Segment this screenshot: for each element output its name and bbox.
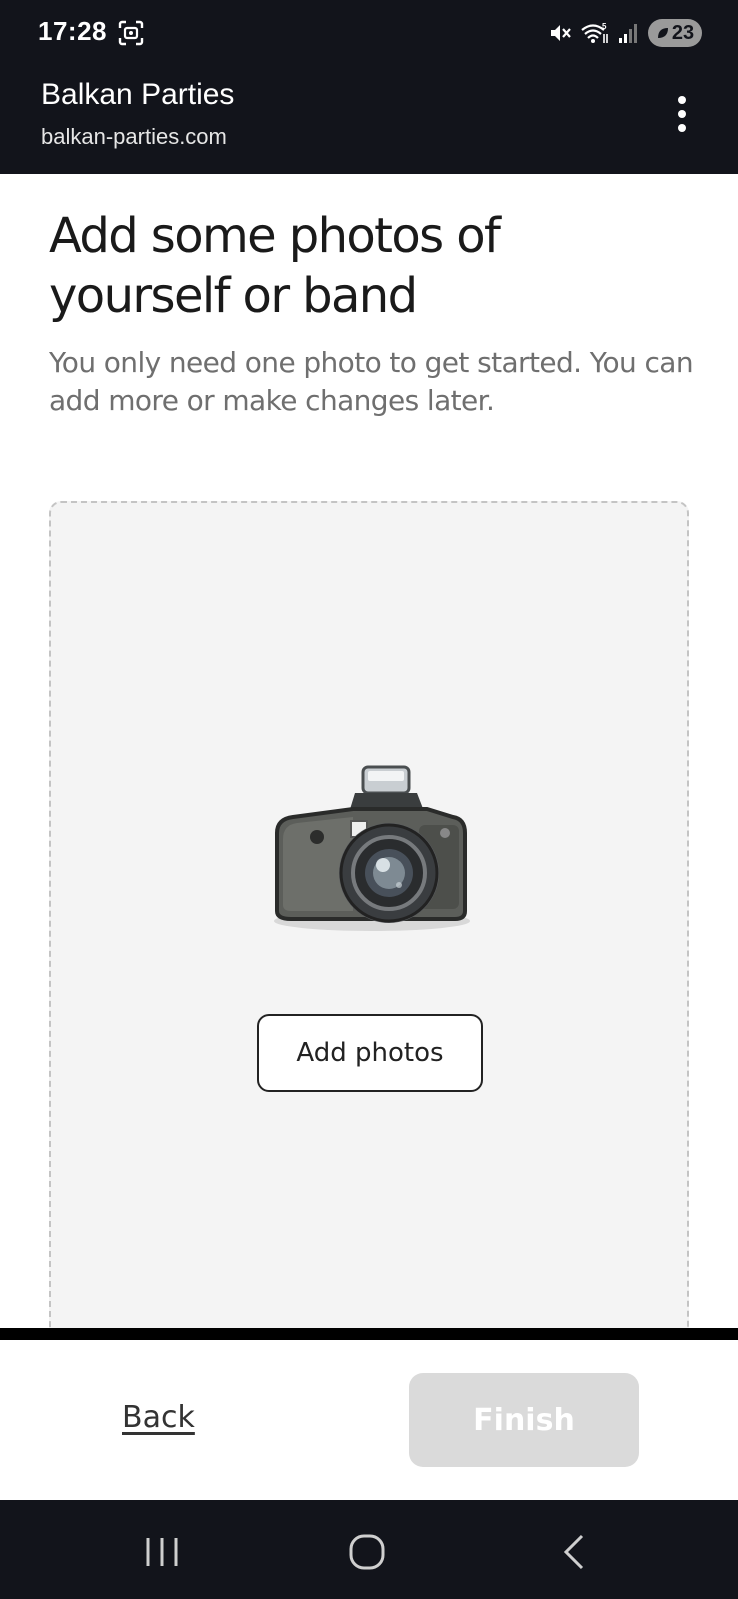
site-title: Balkan Parties — [41, 78, 235, 111]
recent-apps-icon[interactable] — [140, 1530, 184, 1574]
photo-dropzone[interactable]: Add photos — [49, 501, 689, 1351]
mute-icon — [551, 25, 571, 41]
power-saving-icon — [657, 28, 668, 38]
action-bar-divider — [0, 1328, 738, 1340]
screen: 17:28 5 23 Balkan Parties balkan-parties… — [0, 0, 738, 1599]
finish-button[interactable]: Finish — [409, 1373, 639, 1467]
page-heading: Add some photos of yourself or band — [49, 208, 501, 324]
back-link[interactable]: Back — [122, 1400, 195, 1435]
svg-text:5: 5 — [602, 22, 607, 31]
battery-level: 23 — [671, 21, 695, 44]
more-vert-icon[interactable] — [676, 96, 688, 132]
add-photos-button[interactable]: Add photos — [257, 1014, 483, 1092]
status-icons: 5 23 — [548, 18, 702, 48]
screenshot-icon — [118, 20, 144, 46]
battery-indicator: 23 — [648, 19, 702, 47]
home-icon[interactable] — [346, 1530, 390, 1574]
wifi-icon: 5 — [581, 22, 608, 43]
system-nav-bar — [0, 1500, 738, 1599]
page-subheading: You only need one photo to get started. … — [49, 346, 694, 417]
site-url: balkan-parties.com — [41, 124, 227, 149]
action-bar: Back Finish — [0, 1340, 738, 1500]
status-time: 17:28 — [38, 16, 107, 46]
signal-icon — [619, 24, 637, 43]
camera-icon — [274, 765, 470, 931]
back-icon[interactable] — [554, 1530, 598, 1574]
top-bar: 17:28 5 23 Balkan Parties balkan-parties… — [0, 0, 738, 174]
